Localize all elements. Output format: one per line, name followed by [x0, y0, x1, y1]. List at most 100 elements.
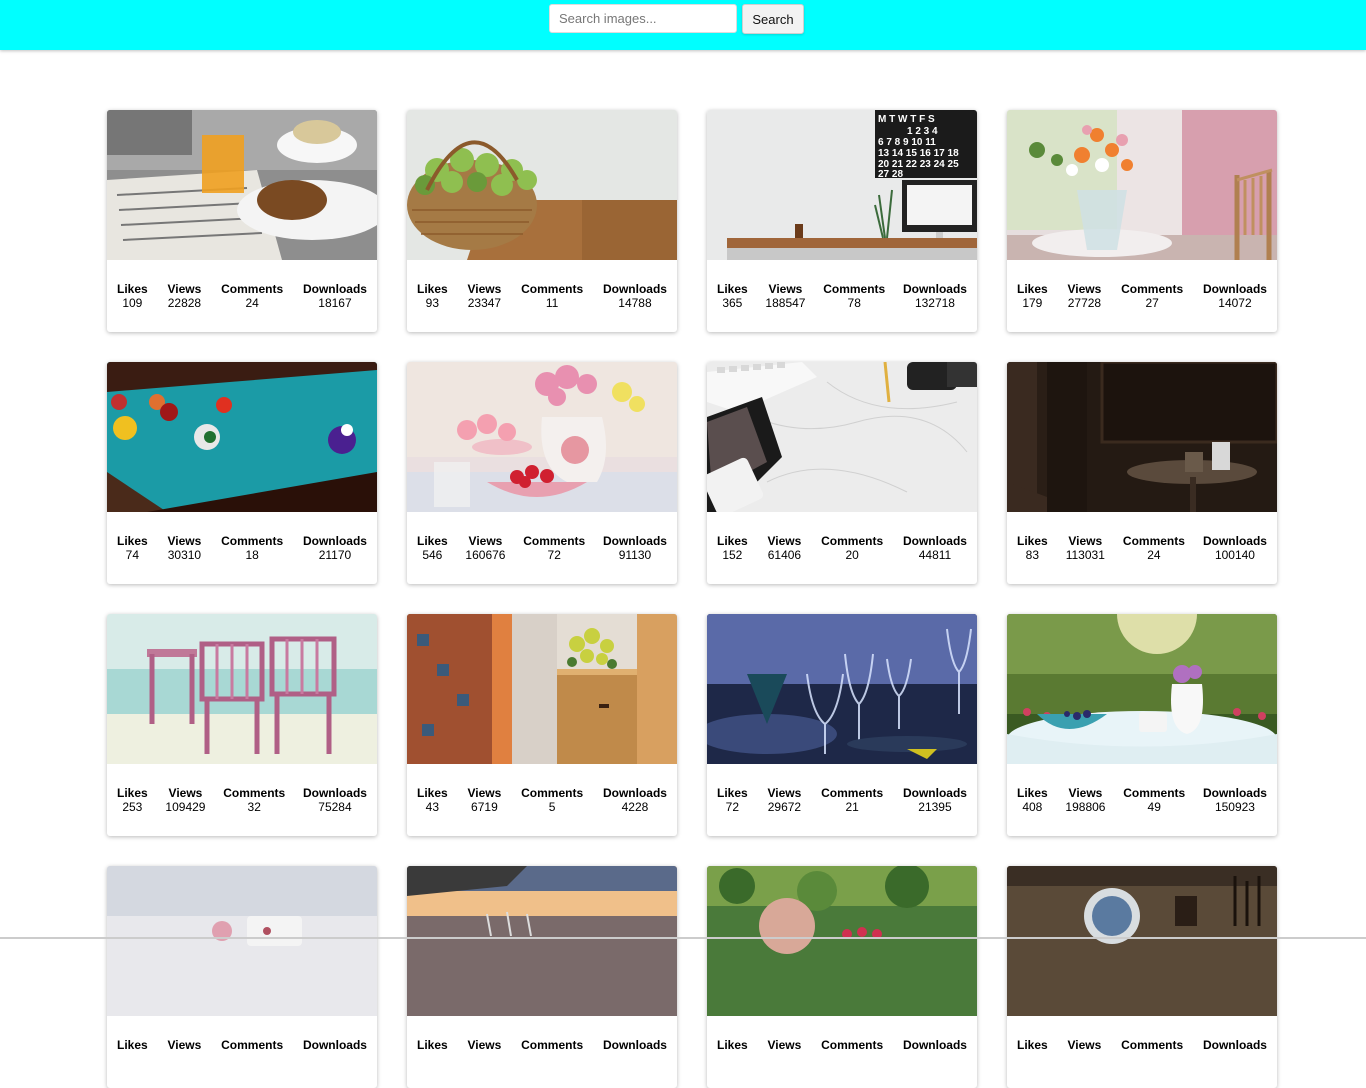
- stat-value-downloads: 4228: [621, 800, 649, 814]
- stat-value-downloads: 14072: [1218, 296, 1252, 310]
- stat-value-likes: 72: [725, 800, 740, 814]
- stat-label-comments: Comments: [821, 1038, 884, 1052]
- stat-label-downloads: Downloads: [602, 786, 667, 800]
- stat-label-likes: Likes: [717, 282, 748, 296]
- image-card[interactable]: Likes 43 Views 6719 Comments 5 Downloads 4228: [407, 614, 677, 836]
- stat-likes: Likes 74: [117, 534, 148, 562]
- image-card[interactable]: Likes 546 Views 160676 Comments 72 Downloads 91…: [407, 362, 677, 584]
- stat-views: Views 29672: [768, 786, 802, 814]
- svg-text:1 2 3 4: 1 2 3 4: [907, 126, 938, 137]
- stat-value-likes: 43: [425, 800, 440, 814]
- image-thumbnail[interactable]: [707, 362, 977, 512]
- image-thumbnail[interactable]: [1007, 614, 1277, 764]
- image-card[interactable]: Likes 253 Views 109429 Comments 32 Downloads 75…: [107, 614, 377, 836]
- image-card[interactable]: Likes 93 Views 23347 Comments 11 Downloads 1478…: [407, 110, 677, 332]
- stat-value-comments: 72: [547, 548, 561, 562]
- stat-value-views: 30310: [167, 548, 202, 562]
- stat-label-downloads: Downloads: [1202, 1038, 1267, 1052]
- image-card[interactable]: Likes Views Comments Downloads: [407, 866, 677, 1088]
- image-thumbnail[interactable]: [407, 362, 677, 512]
- stat-comments: Comments 27: [1121, 282, 1183, 310]
- stat-label-downloads: Downloads: [302, 786, 367, 800]
- image-thumbnail[interactable]: [1007, 110, 1277, 260]
- stat-label-views: Views: [167, 534, 202, 548]
- stat-value-downloads: 21395: [918, 800, 952, 814]
- image-card[interactable]: Likes Views Comments Downloads: [1007, 866, 1277, 1088]
- stat-value-views: 29672: [767, 800, 802, 814]
- stat-label-views: Views: [168, 786, 203, 800]
- stat-value-likes: 74: [125, 548, 140, 562]
- stat-label-views: Views: [1067, 282, 1102, 296]
- search-input[interactable]: [549, 4, 737, 33]
- stat-label-likes: Likes: [717, 786, 748, 800]
- stat-label-views: Views: [1068, 534, 1103, 548]
- stat-comments: Comments: [521, 1038, 583, 1052]
- top-bar: Search: [0, 0, 1366, 50]
- image-thumbnail[interactable]: [107, 866, 377, 1016]
- image-thumbnail[interactable]: M T W T F S1 2 3 46 7 8 9 10 11 13 14 15 …: [707, 110, 977, 260]
- image-card[interactable]: Likes 83 Views 113031 Comments 24 Downloads 100…: [1007, 362, 1277, 584]
- stat-comments: Comments 11: [521, 282, 583, 310]
- stat-views: Views 61406: [768, 534, 802, 562]
- stat-likes: Likes 408: [1017, 786, 1048, 814]
- stat-value-views: 61406: [767, 548, 802, 562]
- stat-value-comments: 21: [845, 800, 859, 814]
- stat-label-likes: Likes: [717, 1038, 748, 1052]
- stat-value-comments: 18: [245, 548, 259, 562]
- image-card[interactable]: Likes 408 Views 198806 Comments 49 Downloads 15…: [1007, 614, 1277, 836]
- stat-comments: Comments 24: [1123, 534, 1185, 562]
- stat-value-downloads: 21170: [318, 548, 352, 562]
- stat-downloads: Downloads: [1203, 1038, 1267, 1052]
- image-card[interactable]: Likes Views Comments Downloads: [707, 866, 977, 1088]
- image-card[interactable]: Likes 72 Views 29672 Comments 21 Downloads 2139…: [707, 614, 977, 836]
- stat-comments: Comments 18: [221, 534, 283, 562]
- image-thumbnail[interactable]: [1007, 362, 1277, 512]
- image-thumbnail[interactable]: [407, 110, 677, 260]
- stat-value-views: 188547: [765, 296, 806, 310]
- image-card[interactable]: Likes 74 Views 30310 Comments 18 Downloads 2117…: [107, 362, 377, 584]
- image-card[interactable]: Likes 179 Views 27728 Comments 27 Downloads 140…: [1007, 110, 1277, 332]
- image-thumbnail[interactable]: [407, 614, 677, 764]
- stat-comments: Comments 5: [521, 786, 583, 814]
- stat-label-comments: Comments: [221, 534, 284, 548]
- stat-views: Views: [468, 1038, 502, 1052]
- stat-label-comments: Comments: [221, 282, 284, 296]
- image-stats: Likes 83 Views 113031 Comments 24 Downloads 100…: [1007, 512, 1277, 562]
- stat-label-comments: Comments: [1122, 534, 1185, 548]
- search-button[interactable]: Search: [742, 4, 804, 34]
- stat-label-comments: Comments: [521, 282, 584, 296]
- image-thumbnail[interactable]: [107, 362, 377, 512]
- stat-value-downloads: 75284: [318, 800, 352, 814]
- image-thumbnail[interactable]: [707, 614, 977, 764]
- image-card[interactable]: Likes 109 Views 22828 Comments 24 Downloads 181…: [107, 110, 377, 332]
- image-card[interactable]: Likes Views Comments Downloads: [107, 866, 377, 1088]
- stat-label-views: Views: [467, 1038, 502, 1052]
- stat-label-downloads: Downloads: [1202, 786, 1267, 800]
- stat-likes: Likes 83: [1017, 534, 1048, 562]
- stat-label-comments: Comments: [1123, 786, 1186, 800]
- image-thumbnail[interactable]: [707, 866, 977, 1016]
- stat-label-downloads: Downloads: [302, 534, 367, 548]
- stat-likes: Likes 253: [117, 786, 148, 814]
- image-card[interactable]: Likes 152 Views 61406 Comments 20 Downloads 448…: [707, 362, 977, 584]
- stat-label-views: Views: [167, 282, 202, 296]
- image-thumbnail[interactable]: [407, 866, 677, 1016]
- stat-views: Views 160676: [465, 534, 505, 562]
- stat-label-views: Views: [768, 282, 803, 296]
- stat-likes: Likes: [117, 1038, 148, 1052]
- stat-label-comments: Comments: [521, 1038, 584, 1052]
- stat-value-downloads: 44811: [918, 548, 952, 562]
- image-card[interactable]: M T W T F S1 2 3 46 7 8 9 10 11 13 14 15 …: [707, 110, 977, 332]
- stat-downloads: Downloads 132718: [903, 282, 967, 310]
- image-thumbnail[interactable]: [107, 614, 377, 764]
- stat-value-comments: 32: [247, 800, 261, 814]
- stat-likes: Likes 546: [417, 534, 448, 562]
- stat-value-comments: 5: [548, 800, 556, 814]
- stat-label-views: Views: [767, 534, 802, 548]
- stat-downloads: Downloads 18167: [303, 282, 367, 310]
- image-thumbnail[interactable]: [107, 110, 377, 260]
- stat-value-likes: 253: [122, 800, 143, 814]
- stat-label-likes: Likes: [117, 534, 148, 548]
- image-thumbnail[interactable]: [1007, 866, 1277, 1016]
- stat-value-comments: 20: [845, 548, 859, 562]
